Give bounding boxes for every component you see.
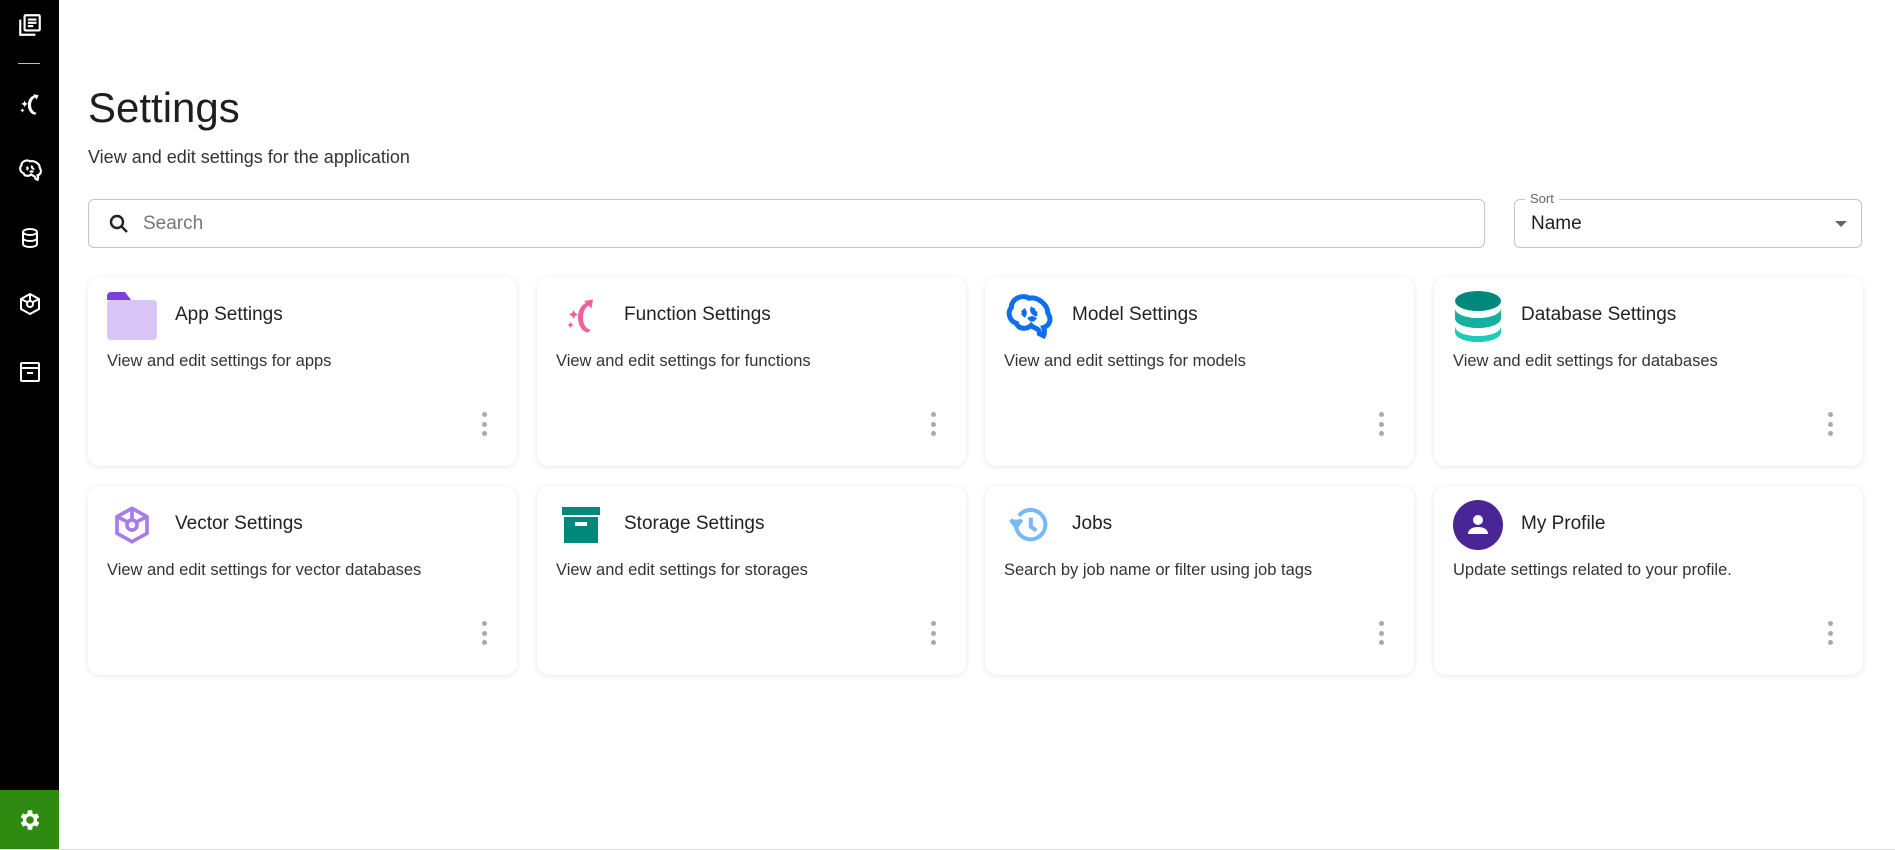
sort-label: Sort (1525, 191, 1559, 206)
search-field[interactable] (88, 199, 1485, 248)
card-description: View and edit settings for storages (556, 561, 808, 579)
settings-card[interactable]: Storage Settings View and edit settings … (537, 486, 966, 675)
sidebar-divider (18, 63, 40, 64)
vector-cube-icon[interactable] (13, 287, 46, 320)
vector-cube-icon (107, 500, 157, 550)
settings-card[interactable]: My Profile Update settings related to yo… (1434, 486, 1863, 675)
card-description: View and edit settings for models (1004, 352, 1246, 370)
card-title: Database Settings (1521, 304, 1677, 325)
archive-icon[interactable] (13, 355, 46, 388)
more-vert-icon[interactable] (1823, 412, 1837, 436)
library-books-icon[interactable] (13, 8, 46, 41)
card-description: View and edit settings for apps (107, 352, 332, 370)
database-icon (1453, 291, 1503, 342)
settings-card[interactable]: Database Settings View and edit settings… (1434, 277, 1863, 466)
card-description: Search by job name or filter using job t… (1004, 561, 1313, 579)
card-description: View and edit settings for functions (556, 352, 811, 370)
folder-icon (107, 291, 157, 341)
card-title: My Profile (1521, 513, 1606, 534)
function-icon[interactable] (13, 88, 46, 121)
page-title: Settings (88, 84, 240, 131)
settings-card[interactable]: Function Settings View and edit settings… (537, 277, 966, 466)
card-title: App Settings (175, 304, 283, 325)
more-vert-icon[interactable] (1823, 621, 1837, 645)
caret-down-icon (1835, 221, 1847, 227)
card-description: View and edit settings for databases (1453, 352, 1718, 370)
more-vert-icon[interactable] (477, 412, 491, 436)
settings-card[interactable]: Model Settings View and edit settings fo… (985, 277, 1414, 466)
more-vert-icon[interactable] (926, 621, 940, 645)
sidebar-settings-button[interactable] (0, 790, 59, 849)
card-title: Model Settings (1072, 304, 1198, 325)
settings-card[interactable]: Jobs Search by job name or filter using … (985, 486, 1414, 675)
more-vert-icon[interactable] (1374, 412, 1388, 436)
card-description: View and edit settings for vector databa… (107, 561, 422, 579)
more-vert-icon[interactable] (926, 412, 940, 436)
archive-icon (556, 500, 606, 550)
function-icon (556, 291, 606, 341)
card-description: Update settings related to your profile. (1453, 561, 1732, 579)
search-input[interactable] (143, 212, 1443, 235)
more-vert-icon[interactable] (477, 621, 491, 645)
database-icon[interactable] (13, 221, 46, 254)
sort-value: Name (1531, 212, 1582, 234)
brain-icon[interactable] (13, 153, 46, 186)
settings-card[interactable]: Vector Settings View and edit settings f… (88, 486, 517, 675)
page-subtitle: View and edit settings for the applicati… (88, 147, 410, 167)
card-title: Storage Settings (624, 513, 765, 534)
settings-card[interactable]: App Settings View and edit settings for … (88, 277, 517, 466)
sort-select[interactable]: Sort Name (1514, 191, 1862, 248)
brain-icon (1004, 291, 1054, 341)
history-icon (1004, 500, 1054, 550)
card-title: Vector Settings (175, 513, 303, 534)
sidebar (0, 0, 59, 849)
search-icon (109, 214, 128, 233)
more-vert-icon[interactable] (1374, 621, 1388, 645)
person-icon (1453, 500, 1503, 550)
card-title: Function Settings (624, 304, 771, 325)
card-title: Jobs (1072, 513, 1113, 534)
gear-icon (20, 809, 39, 830)
